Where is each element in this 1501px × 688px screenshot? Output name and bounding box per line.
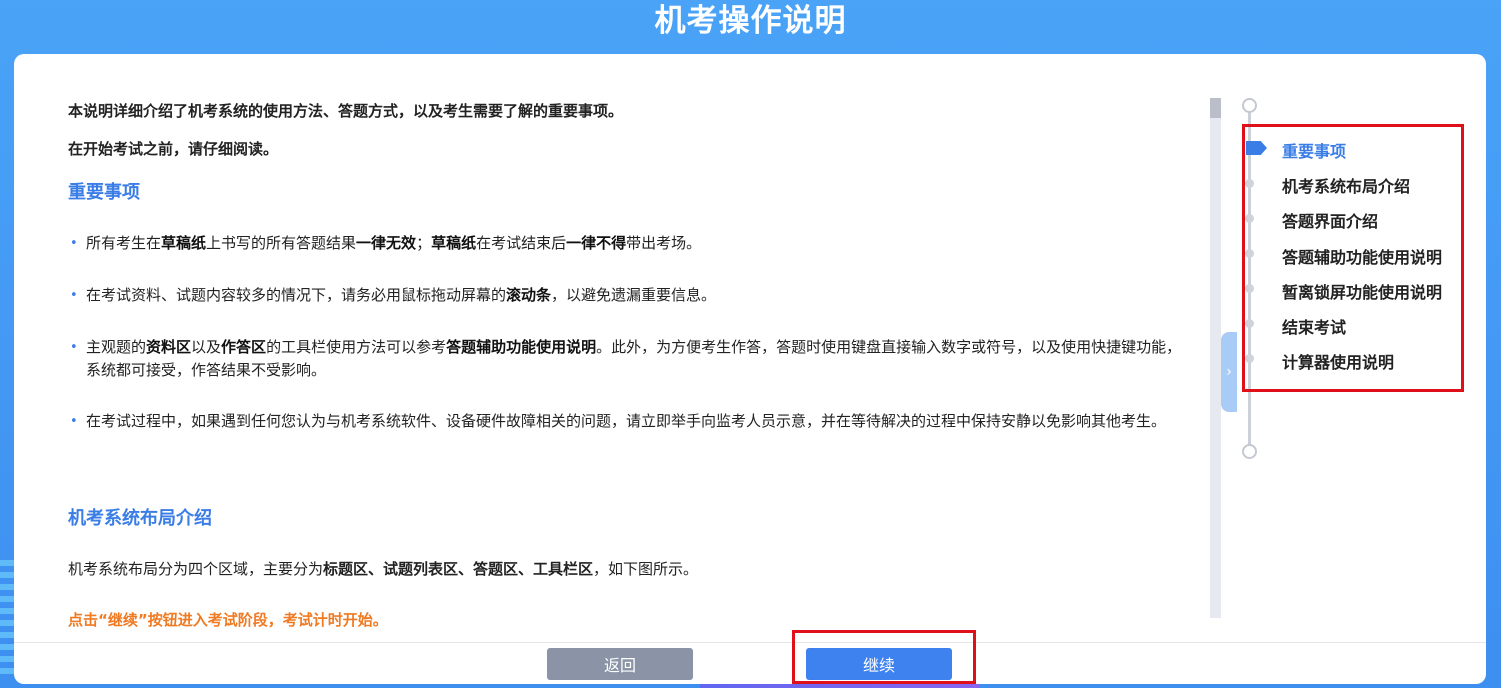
bullet-item: • 在考试资料、试题内容较多的情况下，请务必用鼠标拖动屏幕的滚动条，以避免遗漏重… [68,284,1193,307]
instructions-card: 本说明详细介绍了机考系统的使用方法、答题方式，以及考生需要了解的重要事项。 在开… [14,54,1486,684]
chevron-right-icon: › [1226,364,1232,380]
continue-highlight-box [792,630,976,684]
intro-line-1: 本说明详细介绍了机考系统的使用方法、答题方式，以及考生需要了解的重要事项。 [68,100,623,121]
collapse-nav-toggle[interactable]: › [1221,332,1237,412]
bullet-dot: • [70,410,78,433]
intro-line-2: 在开始考试之前，请仔细阅读。 [68,138,278,159]
section-title-layout: 机考系统布局介绍 [68,504,212,530]
timeline-end-cap [1242,444,1257,459]
bullet-item: • 在考试过程中，如果遇到任何您认为与机考系统软件、设备硬件故障相关的问题，请立… [68,410,1193,433]
instructions-content: 本说明详细介绍了机考系统的使用方法、答题方式，以及考生需要了解的重要事项。 在开… [68,94,1193,634]
nav-highlight-box [1242,124,1464,392]
background-decoration [0,560,14,680]
bullet-dot: • [70,336,78,359]
content-scrollbar[interactable] [1210,98,1221,618]
timeline-start-cap [1242,98,1257,113]
section-title-important: 重要事项 [68,178,140,204]
back-button[interactable]: 返回 [547,648,693,680]
bullet-item: • 所有考生在草稿纸上书写的所有答题结果一律无效；草稿纸在考试结束后一律不得带出… [68,232,1193,255]
scrollbar-thumb[interactable] [1210,98,1221,118]
bullet-item: • 主观题的资料区以及作答区的工具栏使用方法可以参考答题辅助功能使用说明。此外，… [68,336,1193,382]
bullet-dot: • [70,284,78,307]
start-notice: 点击“继续”按钮进入考试阶段，考试计时开始。 [68,609,388,630]
layout-description: 机考系统布局分为四个区域，主要分为标题区、试题列表区、答题区、工具栏区，如下图所… [68,558,698,579]
bullet-dot: • [70,232,78,255]
footer-divider [14,642,1486,643]
page-title: 机考操作说明 [0,0,1501,52]
